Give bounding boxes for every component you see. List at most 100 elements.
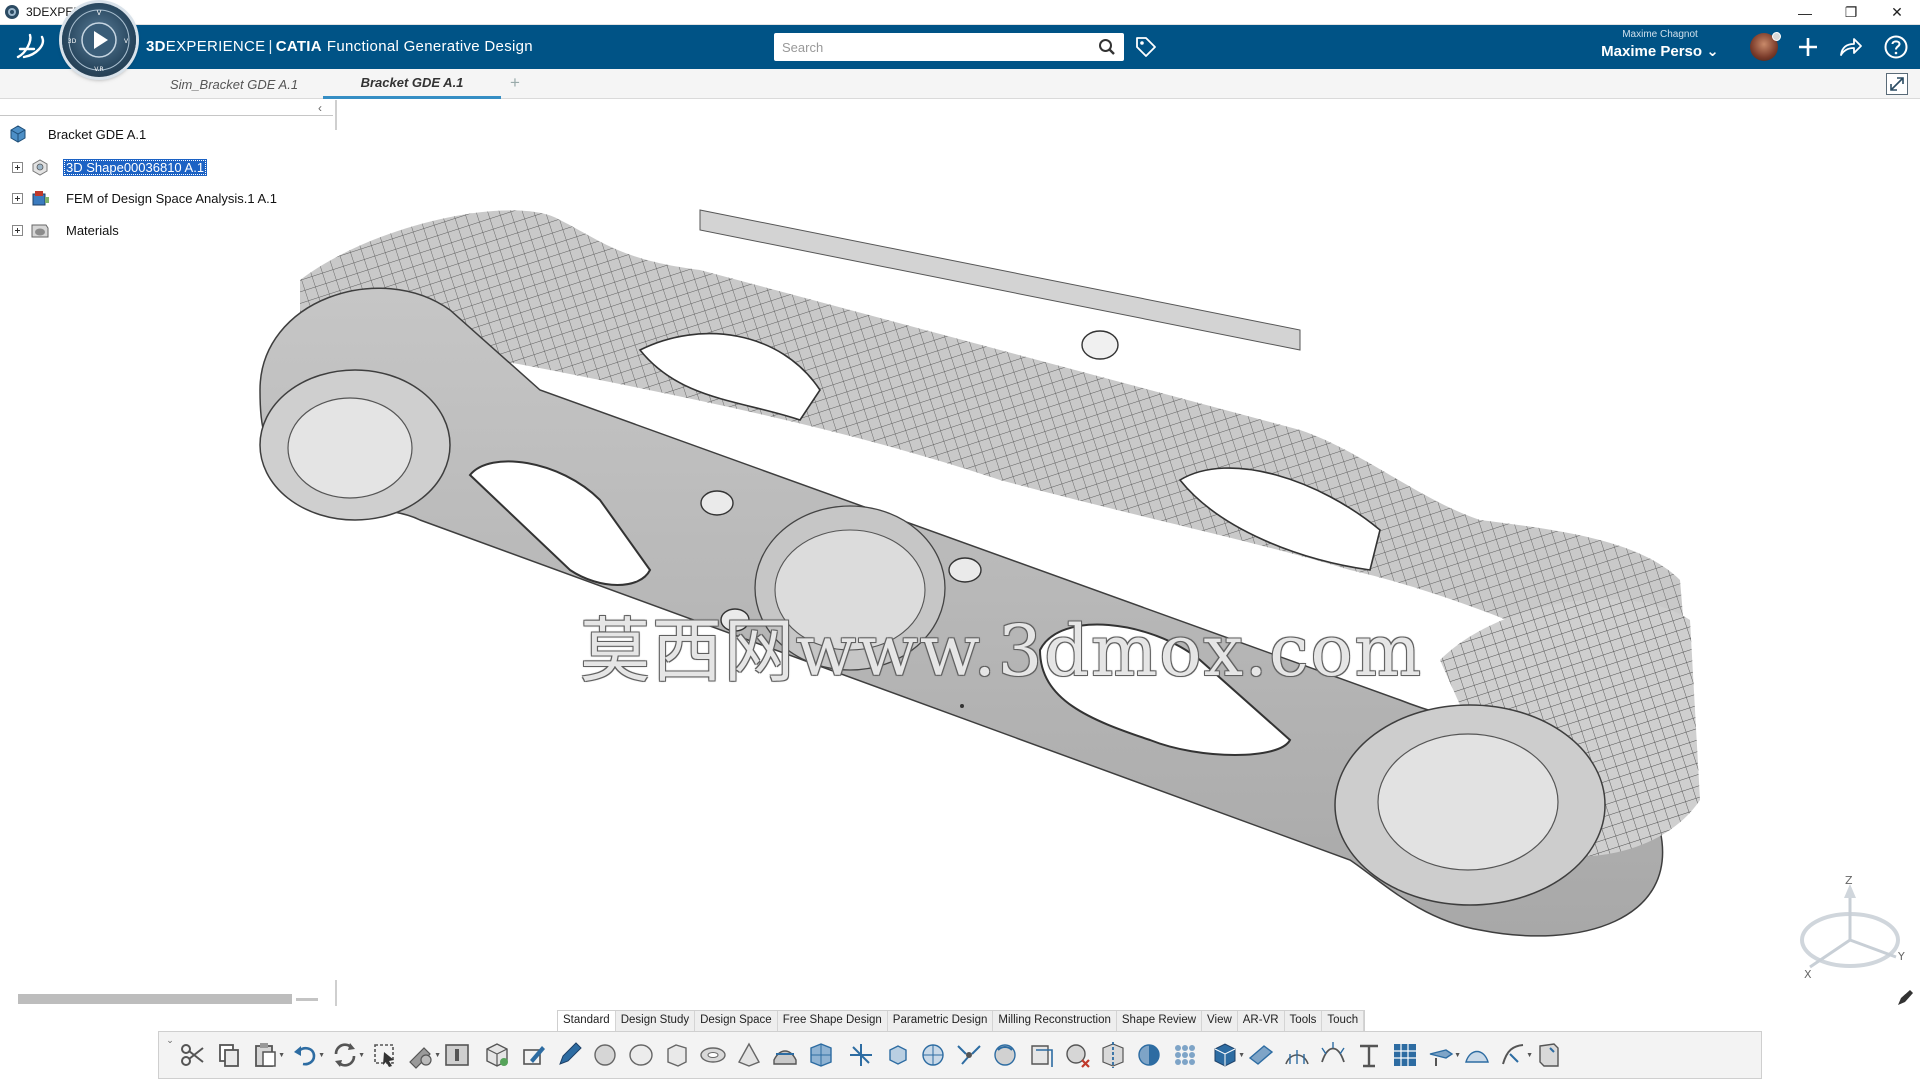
cylinder-button[interactable] xyxy=(623,1035,659,1075)
tree-root[interactable]: Bracket GDE A.1 xyxy=(8,124,146,144)
pen-icon[interactable] xyxy=(1895,988,1915,1008)
delete-face-icon xyxy=(1066,1044,1090,1068)
mesh-cage-button[interactable] xyxy=(803,1035,839,1075)
close-button[interactable]: ✕ xyxy=(1874,0,1920,25)
sphere-button[interactable] xyxy=(587,1035,623,1075)
slider-fill xyxy=(19,995,291,1003)
grid-button[interactable] xyxy=(1387,1035,1423,1075)
tools-options-button[interactable]: ▼ xyxy=(403,1035,441,1075)
vertex-button[interactable] xyxy=(843,1035,879,1075)
analysis-button[interactable]: ▼ xyxy=(1495,1035,1533,1075)
user-display-name: Maxime Perso ⌄ xyxy=(1601,43,1719,60)
section-tab-shape-review[interactable]: Shape Review xyxy=(1117,1011,1203,1031)
draft-analysis-button[interactable] xyxy=(1279,1035,1315,1075)
expand-icon[interactable] xyxy=(12,192,23,204)
chevron-down-icon: ⌄ xyxy=(1706,43,1719,60)
section-tab-view[interactable]: View xyxy=(1202,1011,1238,1031)
paste-button[interactable]: ▼ xyxy=(247,1035,285,1075)
dropdown-arrow-icon[interactable]: ▼ xyxy=(318,1052,325,1059)
section-tab-tools[interactable]: Tools xyxy=(1285,1011,1323,1031)
copy-icon xyxy=(219,1044,239,1067)
cage-icon xyxy=(810,1043,832,1067)
tree-node-3d-shape[interactable]: 3D Shape00036810 A.1 xyxy=(12,157,208,177)
attract-button[interactable] xyxy=(987,1035,1023,1075)
manipulator-button[interactable]: ▼ xyxy=(1423,1035,1461,1075)
symmetry-button[interactable] xyxy=(1095,1035,1131,1075)
section-tab-milling-reconstruction[interactable]: Milling Reconstruction xyxy=(993,1011,1117,1031)
section-tab-standard[interactable]: Standard xyxy=(558,1011,616,1031)
pencil-button[interactable] xyxy=(551,1035,587,1075)
section-tab-free-shape-design[interactable]: Free Shape Design xyxy=(778,1011,888,1031)
section-tab-parametric-design[interactable]: Parametric Design xyxy=(888,1011,994,1031)
dassault-logo-icon[interactable] xyxy=(12,31,52,63)
tree-splitter[interactable] xyxy=(335,100,337,130)
undo-button[interactable]: ▼ xyxy=(287,1035,325,1075)
delete-face-button[interactable] xyxy=(1059,1035,1095,1075)
cut-button[interactable] xyxy=(175,1035,211,1075)
compass-top-label: V xyxy=(97,9,102,17)
search-icon[interactable] xyxy=(1098,38,1116,56)
expand-icon[interactable] xyxy=(12,161,23,173)
pattern-button[interactable] xyxy=(1167,1035,1203,1075)
box-button[interactable] xyxy=(659,1035,695,1075)
compass-bottom-label: V.R xyxy=(94,66,103,73)
brand-product: CATIA xyxy=(275,38,322,55)
section-tab-design-space[interactable]: Design Space xyxy=(695,1011,778,1031)
user-menu[interactable]: Maxime Chagnot Maxime Perso ⌄ xyxy=(1580,29,1740,60)
sketch-button[interactable] xyxy=(515,1035,551,1075)
properties-icon xyxy=(445,1044,469,1066)
tree-node-label: FEM of Design Space Analysis.1 A.1 xyxy=(66,190,277,206)
dropdown-arrow-icon[interactable]: ▼ xyxy=(278,1052,285,1059)
cone-button[interactable] xyxy=(731,1035,767,1075)
section-tab-ar-vr[interactable]: AR-VR xyxy=(1238,1011,1285,1031)
view-cube-button[interactable]: ▼ xyxy=(1207,1035,1245,1075)
compass-button[interactable]: V 3D V V.R xyxy=(62,3,136,77)
tag-icon[interactable] xyxy=(1134,35,1158,59)
compass-icon: V 3D V V.R xyxy=(68,9,130,73)
section-tab-touch[interactable]: Touch xyxy=(1322,1011,1365,1031)
shape-review-button[interactable] xyxy=(1459,1035,1495,1075)
property-button[interactable] xyxy=(439,1035,475,1075)
search-input[interactable] xyxy=(774,34,1074,60)
plane-button[interactable] xyxy=(1243,1035,1279,1075)
draft-icon xyxy=(1285,1050,1309,1065)
sphere-shade-button[interactable] xyxy=(1131,1035,1167,1075)
tree-node-fem[interactable]: FEM of Design Space Analysis.1 A.1 xyxy=(12,188,280,208)
surface-button[interactable] xyxy=(767,1035,803,1075)
section-button[interactable] xyxy=(1351,1035,1387,1075)
tree-node-materials[interactable]: Materials xyxy=(12,220,122,240)
crease-button[interactable] xyxy=(1023,1035,1059,1075)
fullscreen-button[interactable] xyxy=(1886,73,1908,95)
expand-icon[interactable] xyxy=(12,224,23,236)
bottom-splitter[interactable] xyxy=(335,980,337,1006)
share-icon[interactable] xyxy=(1836,33,1864,61)
transform-button[interactable] xyxy=(951,1035,987,1075)
view-cube-icon xyxy=(1214,1043,1236,1067)
tab-sim-bracket[interactable]: Sim_Bracket GDE A.1 xyxy=(150,69,318,99)
vertex-icon xyxy=(850,1044,872,1066)
brand-main: EXPERIENCE xyxy=(165,38,266,55)
dropdown-arrow-icon[interactable]: ▼ xyxy=(358,1052,365,1059)
publish-button[interactable] xyxy=(1531,1035,1567,1075)
update-button[interactable]: ▼ xyxy=(327,1035,365,1075)
extrude-button[interactable] xyxy=(879,1035,915,1075)
subdivide-button[interactable] xyxy=(915,1035,951,1075)
help-icon[interactable] xyxy=(1882,33,1910,61)
restore-button[interactable]: ❐ xyxy=(1828,0,1874,25)
add-tab-button[interactable]: + xyxy=(510,73,520,93)
tree-zoom-slider[interactable] xyxy=(18,994,292,1004)
select-button[interactable] xyxy=(367,1035,403,1075)
tab-bracket-gde[interactable]: Bracket GDE A.1 xyxy=(323,69,501,99)
axis-triad-icon[interactable]: Z X Y xyxy=(1790,872,1910,982)
torus-button[interactable] xyxy=(695,1035,731,1075)
section-tab-design-study[interactable]: Design Study xyxy=(616,1011,696,1031)
copy-button[interactable] xyxy=(211,1035,247,1075)
insert-3d-part-button[interactable] xyxy=(479,1035,515,1075)
search-box[interactable] xyxy=(774,33,1124,61)
add-icon[interactable] xyxy=(1794,33,1822,61)
attract-icon xyxy=(994,1044,1016,1066)
collapse-tree-button[interactable]: ‹ xyxy=(318,101,322,115)
action-bar-grip[interactable]: ⌄ xyxy=(165,1035,175,1075)
minimize-button[interactable]: — xyxy=(1782,0,1828,25)
curvature-button[interactable] xyxy=(1315,1035,1351,1075)
